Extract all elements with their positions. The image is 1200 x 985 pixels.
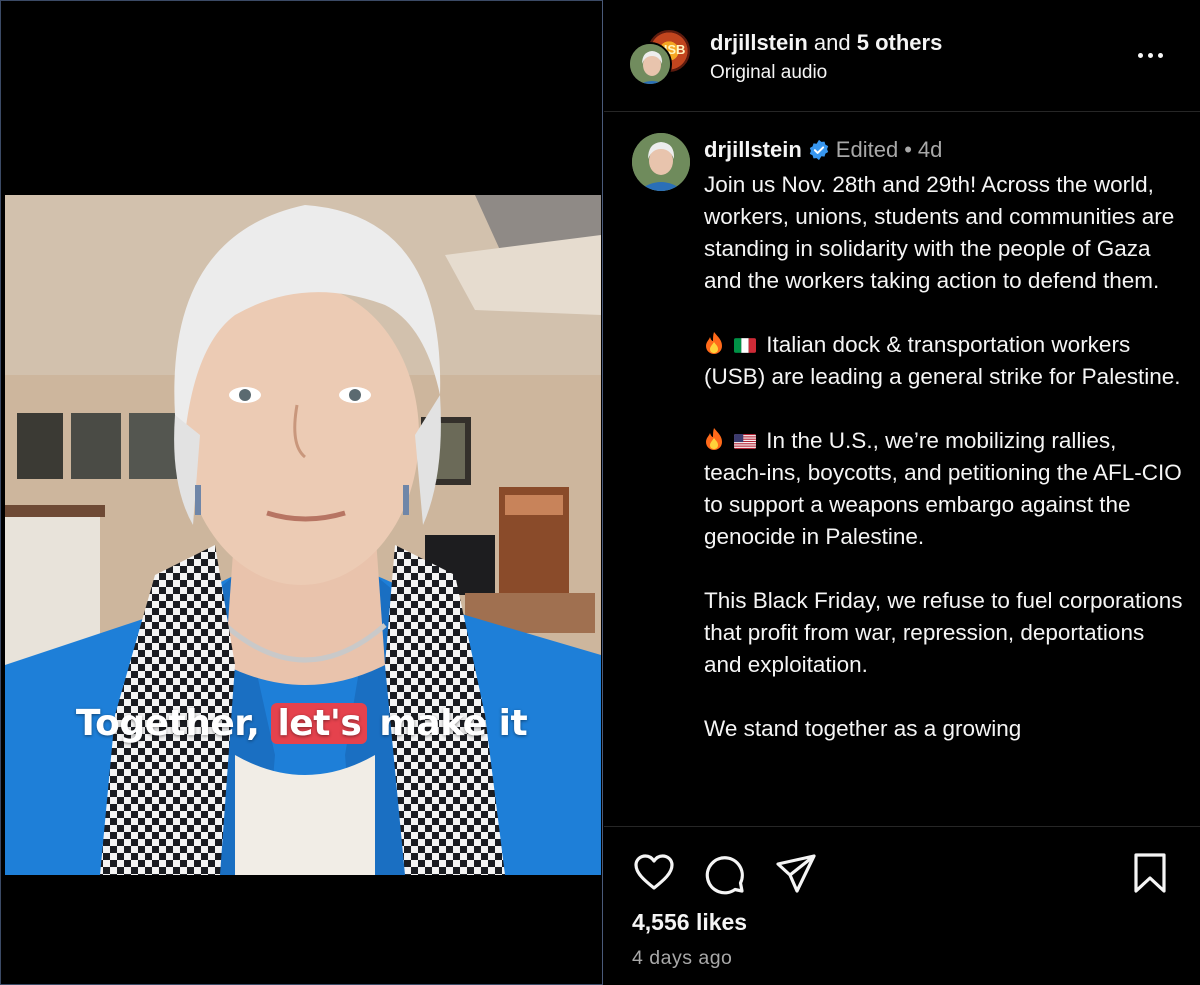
caption-usa-text: In the U.S., we’re mobilizing rallies, t… [704,428,1182,549]
collab-avatars[interactable]: USB [628,28,692,92]
more-dot-icon [1137,52,1143,58]
caption-paragraph: We stand together as a growing [704,716,1022,741]
caption-author-avatar-image [632,133,690,191]
audio-link[interactable]: Original audio [710,62,827,84]
save-button[interactable] [1128,851,1172,895]
header-others-link[interactable]: 5 others [857,30,943,55]
author-avatar[interactable] [628,42,672,86]
fire-emoji-icon [706,332,722,354]
usa-flag-icon [734,434,756,449]
reel-video-player[interactable]: Together, let's make it [0,0,603,985]
share-button[interactable] [774,851,818,895]
heart-icon [634,854,674,890]
caption-text-start: Together, [75,703,272,744]
video-still-image [5,195,601,875]
edited-label: Edited [835,137,899,162]
post-header: USB drjillstein and 5 others Original au… [604,0,1200,112]
video-frame[interactable] [5,195,601,875]
caption-body: Join us Nov. 28th and 29th! Across the w… [704,169,1184,777]
post-details-panel: USB drjillstein and 5 others Original au… [604,0,1200,985]
caption-highlight-word: let's [271,703,368,744]
caption-author-avatar[interactable] [632,133,690,191]
comment-button[interactable] [702,851,746,895]
caption-username-link[interactable]: drjillstein [704,137,802,163]
caption-paragraph: Join us Nov. 28th and 29th! Across the w… [704,172,1175,293]
comment-icon [705,856,744,895]
verified-badge-icon [809,139,828,161]
more-options-button[interactable] [1132,40,1168,70]
more-dot-icon [1147,52,1153,58]
caption-text-end: make it [367,703,528,744]
share-icon [776,854,816,893]
italy-flag-icon [734,338,756,353]
author-avatar-image [630,44,670,84]
video-caption: Together, let's make it [1,703,602,744]
bookmark-icon [1134,853,1166,893]
like-button[interactable] [632,851,676,895]
caption-paragraph: This Black Friday, we refuse to fuel cor… [704,588,1183,677]
post-date[interactable]: 4 days ago [632,947,732,970]
header-and: and [807,30,857,55]
likes-count[interactable]: 4,556 likes [632,909,747,936]
meta-separator: • [904,137,912,162]
header-title: drjillstein and 5 others [710,30,942,56]
more-dot-icon [1157,52,1163,58]
caption-paragraph: In the U.S., we’re mobilizing rallies, t… [704,425,1184,553]
caption-italy-text: Italian dock & transportation workers (U… [704,332,1181,389]
header-username-link[interactable]: drjillstein [710,30,808,55]
post-caption-scroll[interactable]: drjillstein Edited • 4d Join us Nov. 28t… [604,113,1200,825]
post-actions: 4,556 likes 4 days ago [604,826,1200,985]
fire-emoji-icon [706,428,722,450]
caption-meta: drjillstein Edited • 4d [704,137,942,163]
caption-paragraph: Italian dock & transportation workers (U… [704,329,1184,393]
post-time-link[interactable]: 4d [918,137,942,163]
